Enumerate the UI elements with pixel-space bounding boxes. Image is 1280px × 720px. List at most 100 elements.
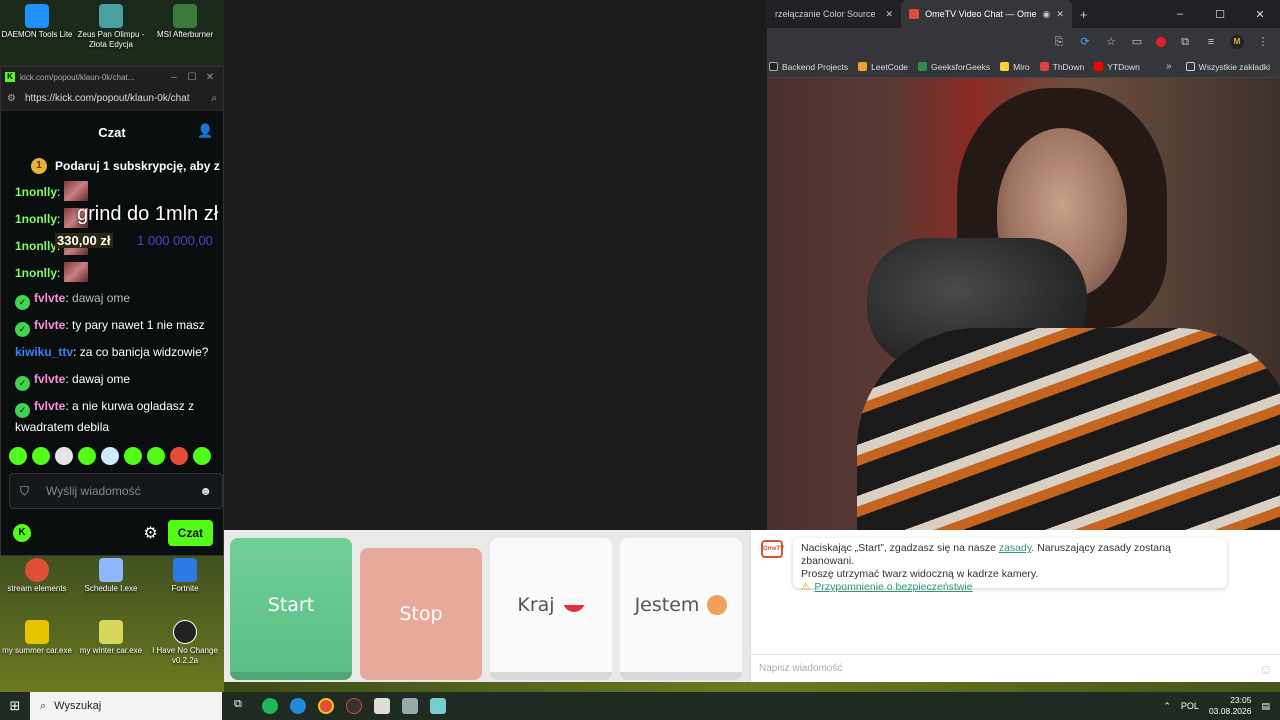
male-avatar-icon [707,595,728,615]
folder-icon [1185,62,1195,71]
app-icon[interactable] [430,698,446,714]
stop-button[interactable]: Stop [360,548,482,680]
chrome-icon[interactable] [318,698,334,714]
ometv-message-input[interactable]: Napisz wiadomość ☺ [751,654,1280,682]
clock[interactable]: 23:05 03.08.2026 [1209,695,1252,717]
new-tab-icon[interactable]: + [1080,7,1088,22]
safety-reminder-link[interactable]: Przypomnienie o bezpieczeństwie [814,581,972,593]
bookmark-star-icon[interactable]: ☆ [1104,35,1118,49]
kick-address-bar[interactable]: ⚙ https://kick.com/popout/klaun-0k/chat … [1,87,223,111]
stream-goal-target: 1 000 000,00 [137,233,213,248]
profile-avatar[interactable]: M [1230,35,1244,49]
translate-icon[interactable]: ⎘ [1052,35,1066,49]
chat-username[interactable]: 1nonlly [15,185,57,199]
chat-username[interactable]: 1nonlly [15,212,57,226]
verified-icon: ✓ [15,322,30,337]
desktop-icon-fortnite[interactable]: Fortnite [148,558,222,594]
edge-icon[interactable] [290,698,306,714]
emote-icon[interactable] [9,447,27,465]
app-icon[interactable] [402,698,418,714]
bookmark-backend-projects[interactable]: Backend Projects [769,62,848,72]
minimize-icon[interactable]: – [1160,8,1200,21]
emoji-picker-icon[interactable]: ☻ [199,484,212,498]
site-settings-icon[interactable]: ⚙ [7,93,19,104]
chat-username[interactable]: 1nonlly [15,266,57,280]
extensions-icon[interactable]: ⧉ [1178,35,1192,49]
desktop-icon-winter-car[interactable]: my winter car.exe [74,620,148,656]
extension-active-icon[interactable]: ⟳ [1078,35,1092,49]
country-button[interactable]: Kraj [490,538,612,680]
emote-icon[interactable] [101,447,119,465]
minimize-icon[interactable]: – [165,72,183,83]
menu-icon[interactable]: ⋮ [1256,35,1270,49]
taskbar-search[interactable]: ⌕ Wyszukaj [30,692,222,720]
zoom-icon[interactable]: ⌕ [211,93,217,104]
bookmark-miro[interactable]: Miro [1000,62,1030,72]
emote-icon[interactable] [170,447,188,465]
send-chat-button[interactable]: Czat [167,520,213,546]
poland-flag-icon [562,598,585,612]
close-icon[interactable]: ✕ [1240,8,1280,21]
chat-username[interactable]: kiwiku_ttv [15,345,73,359]
app-icon[interactable] [374,698,390,714]
close-tab-icon[interactable]: ✕ [1056,9,1064,20]
tray-expand-icon[interactable]: ⌃ [1163,701,1171,712]
desktop-icon-stream-elements[interactable]: stream elements [0,558,74,594]
desktop-icon-schedule[interactable]: Schedule I.exe [74,558,148,594]
message-placeholder: Napisz wiadomość [759,663,843,674]
emote-icon[interactable] [55,447,73,465]
desktop-icon-i-have-no-change[interactable]: I Have No Change v0.2.2a [148,620,222,666]
search-icon: ⌕ [40,699,47,712]
emote-icon[interactable] [193,447,211,465]
reading-list-icon[interactable]: ≡ [1204,35,1218,49]
kick-logo-icon[interactable]: K [13,524,31,542]
emoji-icon[interactable]: ☺ [1259,661,1273,677]
start-button[interactable]: Start [230,538,352,680]
gear-icon[interactable]: ⚙ [143,523,157,543]
windows-start-icon[interactable]: ⊞ [0,698,30,714]
tab-ometv[interactable]: OmeTV Video Chat — Ome ◉ ✕ [901,0,1072,28]
emote-icon[interactable] [124,447,142,465]
more-bookmarks-icon[interactable]: » [1166,61,1172,72]
chat-username[interactable]: fvlvte [34,318,65,332]
pinned-text: Podaruj 1 subskrypcję, aby z [55,159,220,173]
maximize-icon[interactable]: ☐ [1200,8,1240,21]
maximize-icon[interactable]: ☐ [183,72,201,83]
bookmark-thdown[interactable]: ThDown [1039,62,1084,72]
emote-icon[interactable] [78,447,96,465]
bookmark-leetcode[interactable]: LeetCode [858,62,908,72]
gender-button[interactable]: Jestem [620,538,742,680]
record-extension-icon[interactable] [1156,37,1166,47]
cast-icon[interactable]: ▭ [1130,35,1144,49]
bookmark-ytdown[interactable]: YTDown [1094,62,1140,72]
notification-icon[interactable]: ▤ [1261,701,1270,712]
desktop-icon-msi[interactable]: MSI Afterburner [148,4,222,40]
close-icon[interactable]: ✕ [201,72,219,83]
chat-message-input[interactable]: ⛉ Wyślij wiadomość ☻ [9,473,223,509]
chat-username[interactable]: fvlvte [34,291,65,305]
emote-icon[interactable] [32,447,50,465]
chat-username[interactable]: fvlvte [34,399,65,413]
spotify-icon[interactable] [262,698,278,714]
rules-link[interactable]: zasady [999,542,1032,554]
desktop-icon-daemon[interactable]: DAEMON Tools Lite [0,4,74,40]
emote-icon[interactable] [147,447,165,465]
language-indicator[interactable]: POL [1181,701,1199,711]
schedule-icon [99,558,123,582]
empty-background-area [224,0,767,530]
chat-username[interactable]: 1nonlly [15,239,57,253]
user-list-icon[interactable]: 👤 [197,123,213,139]
bookmark-all-folder[interactable]: Wszystkie zakładki [1185,62,1270,72]
task-view-icon[interactable]: ⧉ [234,698,250,714]
chat-username[interactable]: fvlvte [34,372,65,386]
desktop-icon-summer-car[interactable]: my summer car.exe [0,620,74,656]
window-controls: – ☐ ✕ [1160,8,1280,21]
tab-color-source[interactable]: rzełączanie Color Source ✕ [767,0,901,28]
desktop-icon-zeus[interactable]: Zeus Pan Olimpu - Złota Edycja [74,4,148,50]
webcam-video [767,78,1280,530]
chat-input-placeholder: Wyślij wiadomość [46,484,141,498]
pinned-message[interactable]: 1 Podaruj 1 subskrypcję, aby z [1,153,223,179]
close-tab-icon[interactable]: ✕ [886,9,894,20]
bookmark-geeksforgeeks[interactable]: GeeksforGeeks [918,62,990,72]
obs-icon[interactable] [346,698,362,714]
